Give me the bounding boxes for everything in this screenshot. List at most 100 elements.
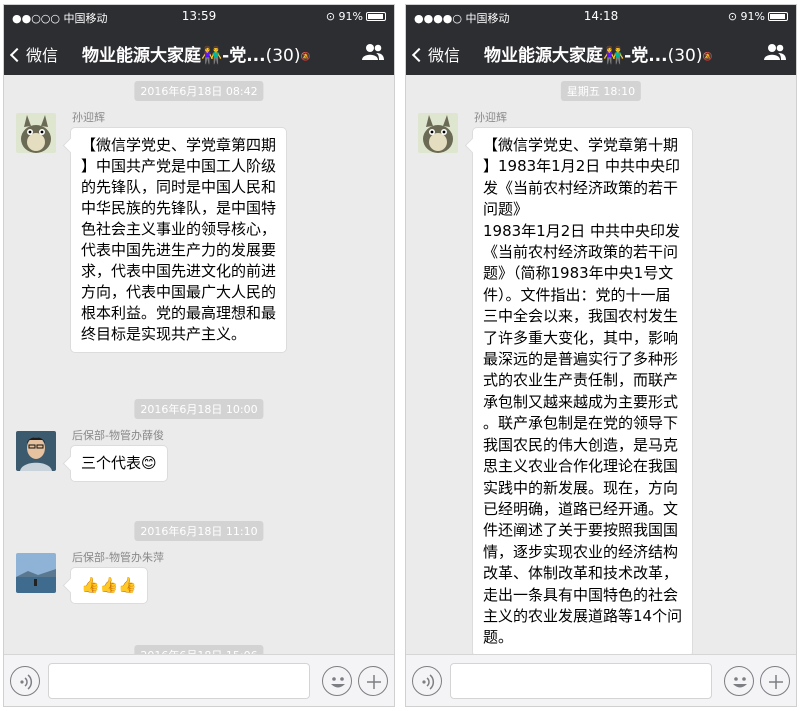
- family-emoji-icon: 👫: [201, 46, 223, 66]
- emoji-icon: [331, 677, 345, 688]
- message-line: 1983年1月2日 中共中央印发: [483, 221, 681, 240]
- thumbs-up-emoji-icon: 👍👍👍: [81, 576, 138, 594]
- voice-button[interactable]: [10, 666, 40, 696]
- message-line: 最深远的是普遍实行了多种形: [483, 350, 679, 369]
- status-bar: ●●●●○ 中国移动 14:18 ⊙ 91%: [406, 5, 796, 29]
- chat-screen-right: ●●●●○ 中国移动 14:18 ⊙ 91% 微信 物业能源大家庭👫-党...(…: [405, 4, 797, 707]
- battery-status: ⊙ 91%: [326, 10, 386, 23]
- message-bubble[interactable]: 【微信学党史、学党章第四期 】中国共产党是中国工人阶级 的先锋队，同时是中国人民…: [70, 127, 288, 353]
- message-line: 走出一条具有中国特色的社会: [483, 585, 679, 604]
- message-line: 《当前农村经济政策的若干问: [483, 243, 679, 262]
- voice-icon: [20, 674, 33, 690]
- sender-name: 后保部-物管办朱萍: [72, 551, 164, 564]
- totoro-avatar-icon: [418, 113, 458, 153]
- message-item: 孙迎辉 【微信学党史、学党章第十期 】1983年1月2日 中共中央印 发《当前农…: [418, 111, 784, 654]
- message-line: 实践中的新发展。现在，方向: [483, 478, 679, 497]
- timestamp: 2016年6月18日 11:10: [134, 521, 264, 541]
- back-label: 微信: [26, 46, 59, 65]
- battery-status: ⊙ 91%: [728, 10, 788, 23]
- message-line: 【微信学党史、学党章第十期: [483, 136, 679, 154]
- message-line: 件还阐述了关于要按照我国国: [483, 521, 679, 540]
- voice-icon: [422, 674, 435, 690]
- smiley-emoji-icon: 😊: [141, 454, 157, 472]
- family-emoji-icon: 👫: [603, 46, 625, 66]
- message-line: 终目标是实现共产主义。: [81, 325, 247, 343]
- back-button[interactable]: 微信: [411, 42, 460, 66]
- chat-screen-left: ●●○○○ 中国移动 13:59 ⊙ 91% 微信 物业能源大家庭👫-党...(…: [3, 4, 395, 707]
- plus-button[interactable]: [760, 666, 790, 696]
- message-line: 件）。文件指出：党的十一届: [483, 285, 671, 304]
- message-line: 主义的农业发展道路等14个问: [483, 606, 683, 625]
- sender-name: 后保部-物管办薛俊: [72, 429, 164, 442]
- emoji-button[interactable]: [724, 666, 754, 696]
- message-item: 后保部-物管办薛俊 三个代表😊: [16, 429, 382, 491]
- timestamp: 2016年6月18日 10:00: [134, 399, 264, 419]
- totoro-avatar-icon: [16, 113, 56, 153]
- message-line: 求，代表中国先进文化的前进: [81, 262, 277, 280]
- message-item: 后保部-物管办朱萍 👍👍👍: [16, 551, 382, 613]
- message-line: 三个代表: [81, 454, 142, 472]
- message-line: 思主义农业合作化理论在我国: [483, 457, 679, 476]
- avatar[interactable]: [16, 431, 56, 471]
- battery-text: ⊙ 91%: [325, 10, 363, 23]
- message-bubble[interactable]: 【微信学党史、学党章第十期 】1983年1月2日 中共中央印 发《当前农村经济政…: [472, 127, 694, 654]
- chevron-left-icon: [411, 47, 427, 63]
- member-count: (30): [667, 46, 703, 66]
- message-line: 】中国共产党是中国工人阶级: [81, 157, 277, 175]
- status-bar: ●●○○○ 中国移动 13:59 ⊙ 91%: [4, 5, 394, 29]
- message-line: 根本利益。党的最高理想和最: [81, 304, 277, 322]
- message-line: 色社会主义事业的领导核心，: [81, 220, 277, 238]
- avatar[interactable]: [16, 553, 56, 593]
- sender-name: 孙迎辉: [72, 111, 105, 124]
- chat-title-suffix: -党...: [624, 46, 668, 66]
- message-line: 承包制又越来越成为主要形式: [483, 392, 679, 411]
- chat-title: 物业能源大家庭👫-党...(30)🔕: [82, 41, 354, 66]
- message-line: 我国农民的伟大创造，是马克: [483, 435, 679, 454]
- input-bar: [406, 654, 796, 706]
- sender-name: 孙迎辉: [474, 111, 507, 124]
- message-input[interactable]: [450, 663, 712, 699]
- voice-button[interactable]: [412, 666, 442, 696]
- mute-icon: 🔕: [702, 52, 713, 61]
- message-line: 了许多重大变化，其中，影响: [483, 328, 679, 347]
- message-line: 。联产承包制是在党的领导下: [483, 414, 679, 433]
- avatar[interactable]: [418, 113, 458, 153]
- message-line: 题。: [483, 628, 514, 647]
- message-line: 代表中国先进生产力的发展要: [81, 241, 277, 259]
- message-bubble[interactable]: 三个代表😊: [70, 445, 168, 482]
- chat-title: 物业能源大家庭👫-党...(30)🔕: [484, 41, 756, 66]
- battery-icon: [768, 12, 788, 21]
- message-line: 方向，代表中国最广大人民的: [81, 283, 277, 301]
- message-line: 【微信学党史、学党章第四期: [81, 136, 277, 154]
- message-item: 孙迎辉 【微信学党史、学党章第四期 】中国共产党是中国工人阶级 的先锋队，同时是…: [16, 111, 382, 363]
- chat-title-suffix: -党...: [222, 46, 266, 66]
- member-count: (30): [265, 46, 301, 66]
- message-list[interactable]: 星期五 18:10 孙迎辉 【微信学党史、学党章第十期 】1983年1月2日 中…: [406, 75, 796, 654]
- message-line: 中华民族的先锋队，是中国特: [81, 199, 277, 217]
- group-members-icon[interactable]: [362, 43, 384, 61]
- timestamp: 2016年6月18日 15:06: [134, 645, 264, 654]
- avatar[interactable]: [16, 113, 56, 153]
- landscape-avatar-icon: [16, 553, 56, 593]
- message-line: 三中全会以来，我国农村发生: [483, 307, 679, 326]
- chat-nav-bar: 微信 物业能源大家庭👫-党...(30)🔕: [406, 29, 796, 75]
- message-line: 改革、体制改革和技术改革，: [483, 564, 679, 583]
- message-line: 的先锋队，同时是中国人民和: [81, 178, 277, 196]
- group-members-icon[interactable]: [764, 43, 786, 61]
- message-bubble[interactable]: 👍👍👍: [70, 567, 149, 604]
- plus-button[interactable]: [358, 666, 388, 696]
- emoji-icon: [733, 677, 747, 688]
- back-button[interactable]: 微信: [9, 42, 59, 66]
- message-list[interactable]: 2016年6月18日 08:42 孙迎辉 【微信学党史、学党章第四期 】中国共产…: [4, 75, 394, 654]
- chat-title-text: 物业能源大家庭: [82, 46, 201, 66]
- message-input[interactable]: [48, 663, 310, 699]
- battery-text: ⊙ 91%: [727, 10, 765, 23]
- emoji-button[interactable]: [322, 666, 352, 696]
- message-line: 已经明确，道路已经开通。文: [483, 499, 679, 518]
- plus-icon: [769, 675, 783, 689]
- person-avatar-icon: [16, 431, 56, 471]
- timestamp: 2016年6月18日 08:42: [134, 81, 264, 101]
- battery-icon: [366, 12, 386, 21]
- message-line: 式的农业生产责任制，而联产: [483, 371, 679, 390]
- chevron-left-icon: [9, 47, 25, 63]
